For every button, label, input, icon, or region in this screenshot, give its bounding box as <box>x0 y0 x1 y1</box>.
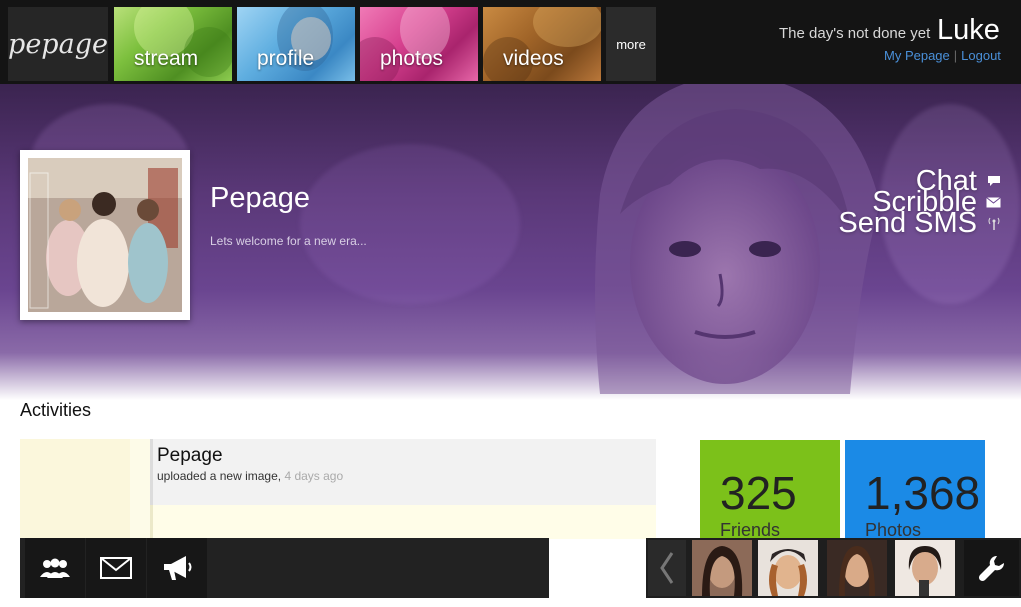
friends-strip <box>646 538 1021 598</box>
top-navigation-bar: pepage stream profile photos videos more… <box>0 0 1021 84</box>
nav-tile-label: photos <box>380 47 444 70</box>
activity-content-area <box>150 505 656 539</box>
chevron-left-icon <box>660 552 674 584</box>
activity-time: 4 days ago <box>284 469 344 483</box>
friends-stat-tile[interactable]: 325 Friends <box>700 440 840 540</box>
profile-name: Pepage <box>210 182 310 214</box>
banner-glow <box>300 144 520 304</box>
activity-description: uploaded a new image, 4 days ago <box>157 469 343 483</box>
friend-photo <box>827 540 887 596</box>
envelope-icon <box>981 196 1001 208</box>
nav-tile-profile[interactable]: profile <box>237 7 355 81</box>
friend-avatar[interactable] <box>692 540 752 596</box>
bottom-dock <box>20 538 549 598</box>
friend-avatar[interactable] <box>827 540 887 596</box>
my-pepage-link[interactable]: My Pepage <box>884 48 950 63</box>
nav-tile-videos[interactable]: videos <box>483 7 601 81</box>
photos-stat-tile[interactable]: 1,368 Photos <box>845 440 985 540</box>
nav-tile-label: videos <box>503 47 564 70</box>
announcements-dock-button[interactable] <box>147 538 207 598</box>
logout-link[interactable]: Logout <box>961 48 1001 63</box>
nav-tile-photos[interactable]: photos <box>360 7 478 81</box>
friends-label: Friends <box>720 520 781 540</box>
activities-heading: Activities <box>20 400 92 420</box>
nav-more-button[interactable]: more <box>606 7 656 81</box>
envelope-icon <box>100 557 132 579</box>
people-icon <box>40 558 70 578</box>
settings-tools-button[interactable] <box>964 540 1019 596</box>
friends-dock-button[interactable] <box>25 538 85 598</box>
send-sms-label: Send SMS <box>838 207 977 239</box>
friend-photo <box>758 540 818 596</box>
profile-picture[interactable] <box>20 150 190 320</box>
speech-bubble-icon <box>981 174 1001 188</box>
nav-tile-stream[interactable]: stream <box>114 7 232 81</box>
megaphone-icon <box>164 556 192 580</box>
strip-prev-button[interactable] <box>648 540 686 596</box>
friend-photo <box>692 540 752 596</box>
username[interactable]: Luke <box>937 14 1000 47</box>
friend-avatar[interactable] <box>895 540 955 596</box>
messages-dock-button[interactable] <box>86 538 146 598</box>
greeting-text: The day's not done yet <box>779 25 931 42</box>
activity-thumbnail[interactable] <box>20 439 130 539</box>
activity-item[interactable]: Pepage uploaded a new image, 4 days ago <box>20 439 656 539</box>
photos-count: 1,368 <box>865 467 981 519</box>
cover-photo-portrait <box>595 84 880 394</box>
profile-tagline: Lets welcome for a new era... <box>210 234 367 248</box>
nav-tile-label: profile <box>257 47 315 70</box>
pepage-logo[interactable]: pepage <box>8 7 108 81</box>
photos-label: Photos <box>865 520 922 540</box>
friend-photo <box>895 540 955 596</box>
activity-body: Pepage uploaded a new image, 4 days ago <box>150 439 656 505</box>
friend-avatar[interactable] <box>758 540 818 596</box>
link-separator: | <box>953 48 958 63</box>
nav-tile-label: stream <box>134 47 199 70</box>
activity-author[interactable]: Pepage <box>157 445 223 467</box>
album-cover-image <box>28 158 182 312</box>
wrench-icon <box>978 555 1004 582</box>
user-links: My Pepage | Logout <box>884 48 1001 63</box>
profile-banner: Pepage Lets welcome for a new era... Cha… <box>0 84 1021 400</box>
friends-count: 325 <box>720 467 797 519</box>
send-sms-action[interactable]: Send SMS <box>838 208 1001 238</box>
activity-text: uploaded a new image, <box>157 469 282 483</box>
antenna-icon <box>981 216 1001 230</box>
